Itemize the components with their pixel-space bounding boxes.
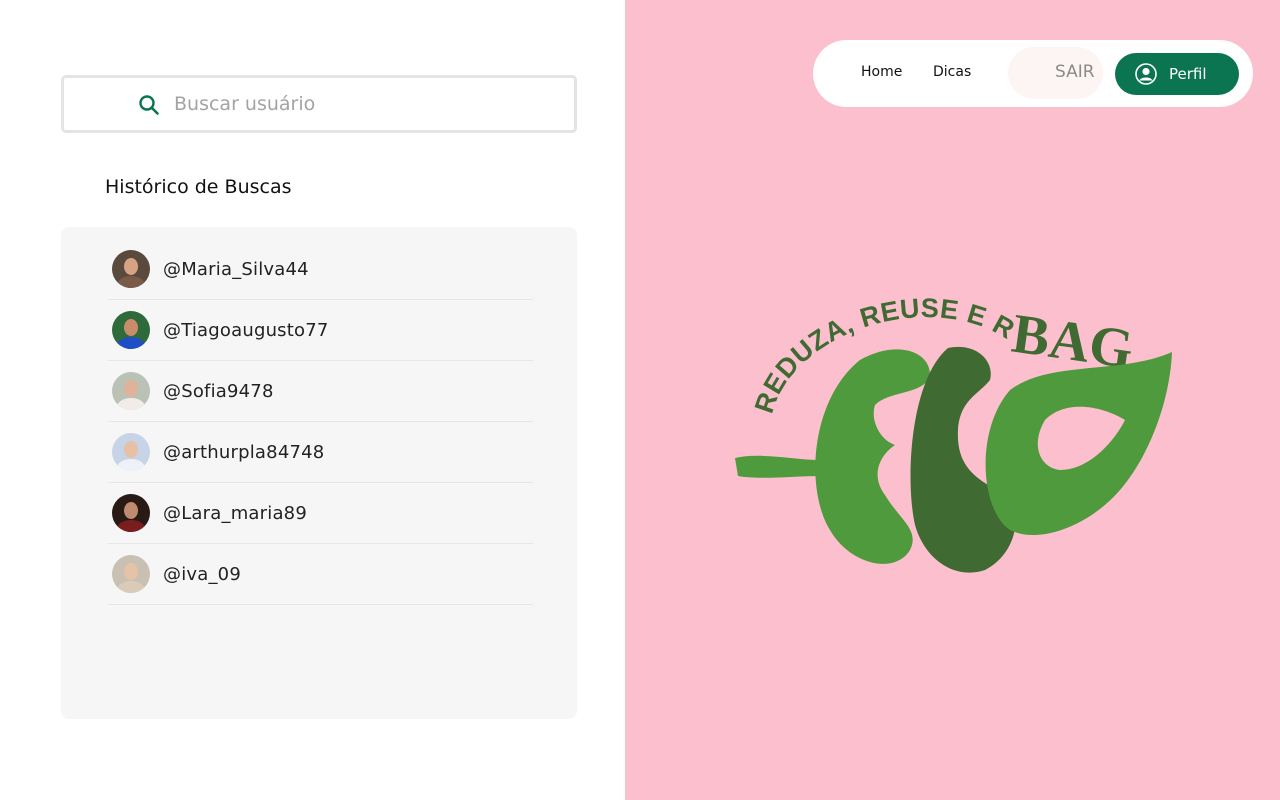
history-username: @iva_09 [163,563,241,585]
user-icon [1135,63,1157,85]
avatar [112,433,150,471]
history-item[interactable]: @Tiagoaugusto77 [108,300,533,361]
history-item[interactable]: @Lara_maria89 [108,483,533,544]
history-username: @Maria_Silva44 [163,258,309,280]
history-panel: @Maria_Silva44 @Tiagoaugusto77 @Sofia947… [61,227,577,719]
perfil-label: Perfil [1169,65,1207,83]
avatar [112,494,150,532]
history-username: @Sofia9478 [163,380,274,402]
nav-home-link[interactable]: Home [861,64,902,80]
top-nav-bar: Home Dicas SAIR Perfil [813,40,1253,107]
history-item[interactable]: @Maria_Silva44 [108,239,533,300]
history-item[interactable]: @arthurpla84748 [108,422,533,483]
avatar [112,372,150,410]
history-username: @arthurpla84748 [163,441,325,463]
history-username: @Tiagoaugusto77 [163,319,329,341]
sair-button[interactable]: SAIR [1055,62,1095,82]
logo-stem [735,455,822,478]
history-item[interactable]: @iva_09 [108,544,533,605]
eco-bag-logo: REDUZA, REUSE E RECICLE BAG [720,280,1172,573]
history-list: @Maria_Silva44 @Tiagoaugusto77 @Sofia947… [108,239,533,605]
avatar [112,555,150,593]
history-title: Histórico de Buscas [105,176,292,198]
history-username: @Lara_maria89 [163,502,307,524]
avatar [112,311,150,349]
search-input[interactable] [174,88,554,120]
search-icon [139,95,159,115]
history-item[interactable]: @Sofia9478 [108,361,533,422]
nav-dicas-link[interactable]: Dicas [933,64,971,80]
left-pane: Histórico de Buscas @Maria_Silva44 @Tiag… [0,0,625,800]
search-box[interactable] [61,75,577,133]
avatar [112,250,150,288]
perfil-button[interactable]: Perfil [1115,53,1239,95]
